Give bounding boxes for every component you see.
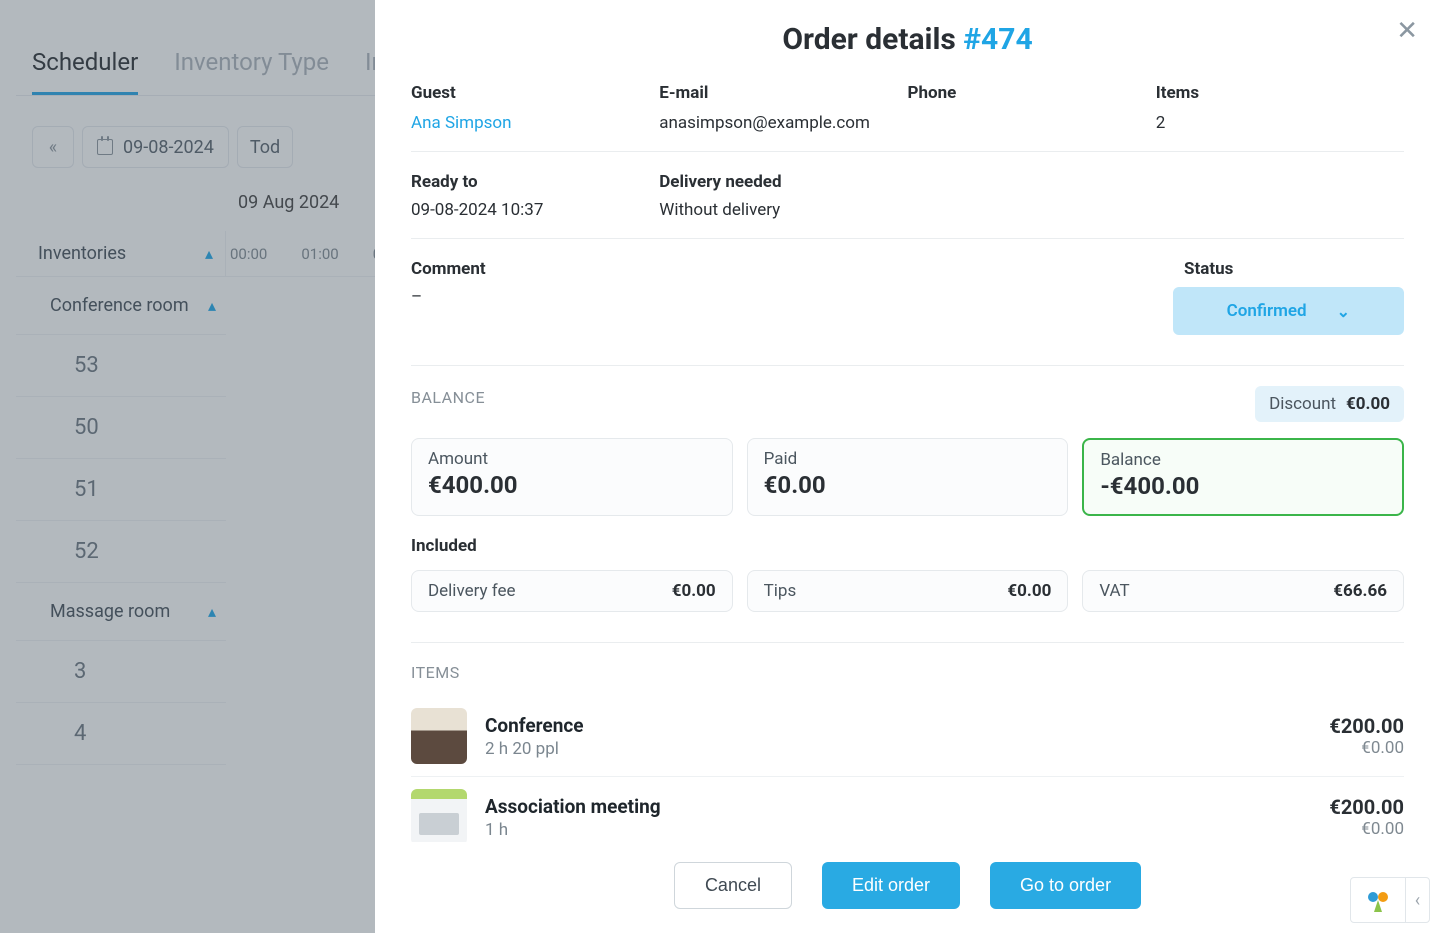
included-vat: VAT €66.66 [1082, 570, 1404, 612]
comment-value: – [411, 287, 1164, 321]
label-status: Status [1184, 259, 1404, 287]
item-name: Association meeting [485, 795, 661, 818]
label-email: E-mail [659, 83, 907, 111]
status-text: Confirmed [1227, 301, 1307, 321]
widget-collapse-handle[interactable]: ‹ [1405, 878, 1429, 922]
section-items: ITEMS [411, 663, 1404, 682]
included-tips: Tips €0.00 [747, 570, 1069, 612]
guest-name-link[interactable]: Ana Simpson [411, 113, 659, 147]
help-widget[interactable]: ‹ [1350, 877, 1430, 923]
order-item[interactable]: Conference 2 h 20 ppl €200.00 €0.00 [411, 696, 1404, 777]
balance-card-amount: Amount €400.00 [411, 438, 733, 516]
balance-card-paid: Paid €0.00 [747, 438, 1069, 516]
chevron-down-icon: ⌄ [1337, 302, 1350, 321]
order-details-modal: ✕ Order details #474 Guest E-mail Phone … [375, 0, 1440, 933]
item-thumbnail [411, 789, 467, 842]
cancel-button[interactable]: Cancel [674, 862, 792, 909]
label-delivery: Delivery needed [659, 172, 907, 200]
widget-logo-icon [1351, 878, 1405, 922]
balance-value: -€400.00 [1100, 472, 1386, 500]
discount-amount: €0.00 [1346, 394, 1390, 414]
label-included: Included [411, 536, 1404, 556]
close-icon[interactable]: ✕ [1396, 16, 1418, 46]
item-price: €200.00 [1329, 795, 1404, 819]
label-items: Items [1156, 83, 1404, 111]
balance-card-balance: Balance -€400.00 [1082, 438, 1404, 516]
order-number: #474 [963, 22, 1032, 57]
section-balance: BALANCE [411, 388, 485, 407]
order-item[interactable]: Association meeting 1 h €200.00 €0.00 [411, 777, 1404, 842]
edit-order-button[interactable]: Edit order [822, 862, 960, 909]
discount-pill[interactable]: Discount €0.00 [1255, 386, 1404, 422]
paid-value: €0.00 [764, 471, 1052, 499]
item-extra: €0.00 [1329, 738, 1404, 758]
guest-phone [908, 113, 1156, 147]
delivery-value: Without delivery [659, 200, 907, 234]
modal-footer: Cancel Edit order Go to order [375, 842, 1440, 933]
modal-title: Order details #474 [411, 22, 1404, 57]
label-ready: Ready to [411, 172, 659, 200]
item-sub: 2 h 20 ppl [485, 739, 584, 759]
guest-email: anasimpson@example.com [659, 113, 907, 147]
item-sub: 1 h [485, 820, 661, 840]
item-name: Conference [485, 714, 584, 737]
label-guest: Guest [411, 83, 659, 111]
go-to-order-button[interactable]: Go to order [990, 862, 1141, 909]
label-comment: Comment [411, 259, 1164, 287]
status-dropdown[interactable]: Confirmed ⌄ [1173, 287, 1404, 335]
ready-to-value: 09-08-2024 10:37 [411, 200, 659, 234]
items-count: 2 [1156, 113, 1404, 147]
item-extra: €0.00 [1329, 819, 1404, 839]
item-price: €200.00 [1329, 714, 1404, 738]
included-delivery-fee: Delivery fee €0.00 [411, 570, 733, 612]
amount-value: €400.00 [428, 471, 716, 499]
item-thumbnail [411, 708, 467, 764]
label-phone: Phone [908, 83, 1156, 111]
